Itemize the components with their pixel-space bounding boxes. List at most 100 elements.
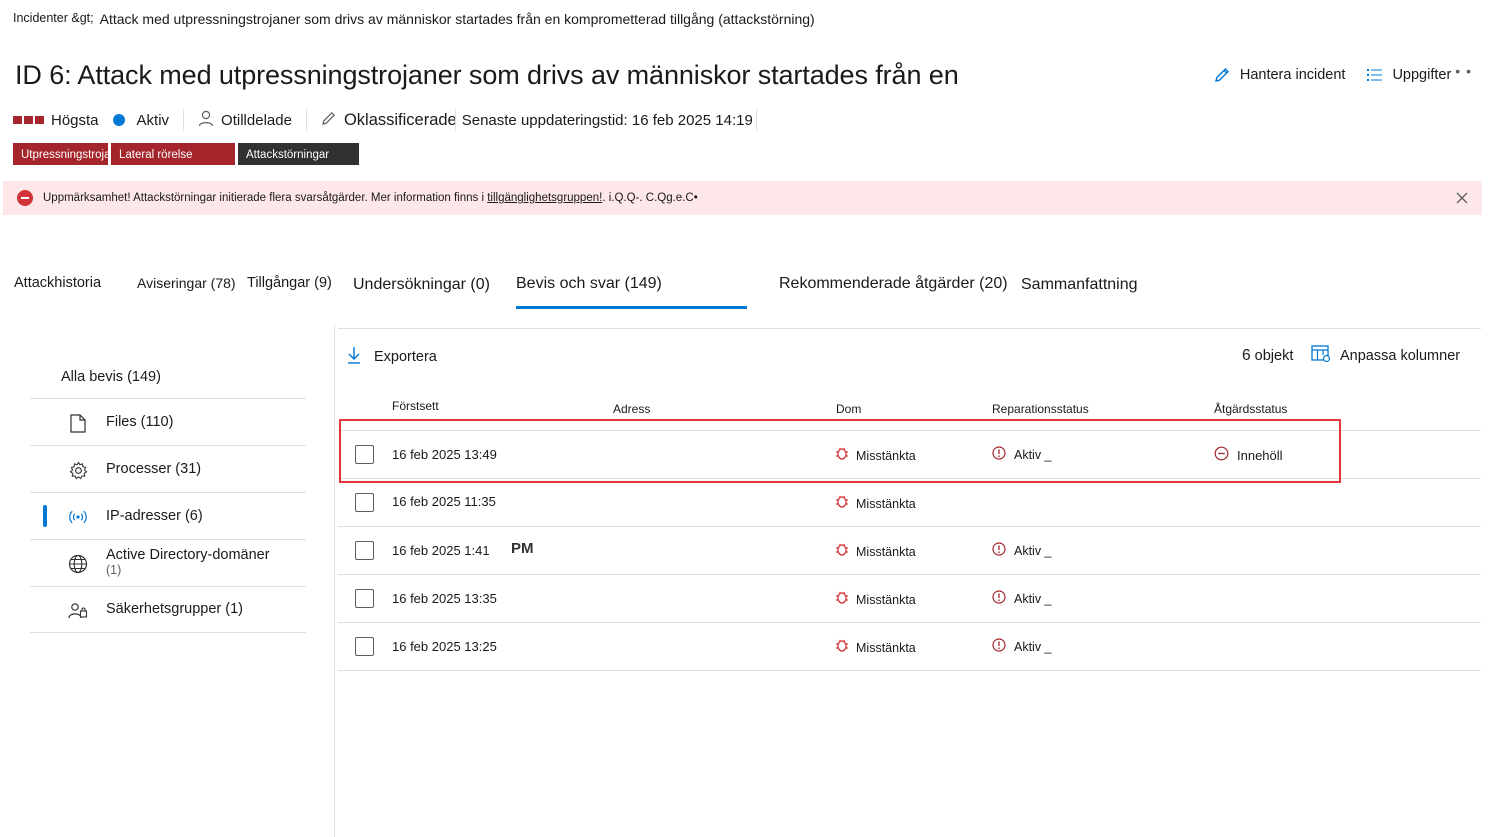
table-body: 16 feb 2025 13:49 Misstänkta Aktiv _ Inn… (338, 431, 1481, 671)
close-icon[interactable] (1446, 182, 1478, 214)
verdict-label: Misstänkta (856, 497, 916, 511)
classification-label: Oklassificerade (343, 110, 457, 129)
classification[interactable]: Oklassificerade (321, 110, 457, 131)
row-checkbox[interactable] (355, 445, 374, 464)
person-icon (198, 110, 214, 131)
verdict-cell: Misstänkta (835, 493, 916, 511)
group-icon (68, 601, 88, 621)
severity: Högsta (13, 112, 99, 129)
tag-attack-disruption[interactable]: Attackstörningar (238, 143, 359, 165)
remediation-label: Aktiv _ (1014, 591, 1052, 606)
nav-item-label: Säkerhetsgrupper (1) (106, 601, 244, 617)
divider (755, 109, 757, 131)
table-header: Förstsett Adress Dom Reparationsstatus Å… (338, 395, 1481, 431)
remediation-cell: Aktiv _ (992, 638, 1052, 655)
nav-item-sublabel: (1) (106, 563, 122, 577)
file-icon (68, 413, 88, 433)
table-row[interactable]: 16 feb 2025 13:35 Misstänkta Aktiv _ (338, 575, 1481, 623)
tab-summary[interactable]: Sammanfattning (1021, 276, 1138, 294)
column-header-verdict[interactable]: Dom (836, 402, 861, 416)
alert-banner: Uppmärksamhet! Attackstörningar initiera… (3, 181, 1482, 215)
bug-icon (835, 493, 849, 511)
tag-ransomware[interactable]: Utpressningstrojan (13, 143, 108, 165)
column-header-action-status[interactable]: Åtgärdsstatus (1214, 402, 1287, 416)
warning-circle-icon (992, 590, 1006, 607)
row-checkbox[interactable] (355, 637, 374, 656)
table-row[interactable]: 16 feb 2025 11:35 Misstänkta (338, 479, 1481, 527)
remediation-label: Aktiv _ (1014, 543, 1052, 558)
table-row[interactable]: 16 feb 2025 1:41 PM Misstänkta Aktiv _ (338, 527, 1481, 575)
severity-bars-icon (13, 116, 44, 124)
breadcrumb: Incidenter &gt; Attack med utpressningst… (13, 11, 815, 27)
globe-icon (68, 554, 88, 574)
tab-attack-story[interactable]: Attackhistoria (14, 275, 101, 291)
alert-tail: . i.Q.Q-. C.Qg.e.C• (602, 192, 698, 204)
nav-item-files[interactable]: Files (110) (30, 398, 306, 445)
row-checkbox[interactable] (355, 493, 374, 512)
verdict-cell: Misstänkta (835, 589, 916, 607)
tab-assets[interactable]: Tillgångar (9) (247, 275, 332, 291)
column-header-address[interactable]: Adress (613, 402, 650, 416)
last-update-label: Senaste uppdateringstid: 16 feb 2025 14:… (461, 111, 753, 129)
remediation-cell: Aktiv _ (992, 542, 1052, 559)
table-toolbar: Exportera 6 objekt Anpassa kolumner (338, 329, 1481, 385)
tab-alerts[interactable]: Aviseringar (78) (137, 275, 236, 291)
table-row[interactable]: 16 feb 2025 13:25 Misstänkta Aktiv _ (338, 623, 1481, 671)
status-label: Aktiv (136, 111, 170, 129)
assigned-label: Otilldelade (221, 111, 292, 129)
pencil-icon (1213, 66, 1231, 84)
first-seen-cell: 16 feb 2025 11:35 (392, 494, 496, 509)
breadcrumb-incidents-link[interactable]: Incidenter &gt; (13, 11, 94, 27)
evidence-table-panel: Exportera 6 objekt Anpassa kolumner Förs… (338, 328, 1481, 728)
page-title: ID 6: Attack med utpressningstrojaner so… (15, 60, 959, 90)
columns-settings-icon (1311, 345, 1331, 367)
assigned-to[interactable]: Otilldelade (198, 110, 292, 131)
item-count-number: 6 (1242, 347, 1251, 364)
incident-tags: Utpressningstrojan Lateral rörelse Attac… (13, 143, 359, 165)
tab-recommended-actions[interactable]: Rekommenderade åtgärder (20) (779, 275, 1008, 293)
remediation-cell: Aktiv _ (992, 446, 1052, 463)
remediation-label: Aktiv _ (1014, 639, 1052, 654)
bug-icon (835, 637, 849, 655)
nav-item-security-groups[interactable]: Säkerhetsgrupper (1) (30, 586, 306, 633)
more-options-icon[interactable]: • • (1455, 63, 1472, 79)
first-seen-cell: 16 feb 2025 13:49 (392, 447, 497, 462)
export-button[interactable]: Exportera (346, 346, 437, 368)
status-dot-icon (112, 114, 125, 126)
customize-columns-label: Anpassa kolumner (1340, 348, 1461, 364)
pencil-icon (321, 110, 337, 131)
tasks-label: Uppgifter (1392, 67, 1452, 83)
gear-icon (68, 460, 88, 480)
tasks-button[interactable]: Uppgifter (1367, 67, 1451, 83)
time-suffix-cell: PM (511, 540, 534, 557)
warning-circle-icon (992, 542, 1006, 559)
item-count: 6 objekt (1242, 347, 1293, 365)
download-icon (346, 346, 362, 368)
verdict-cell: Misstänkta (835, 445, 916, 463)
verdict-cell: Misstänkta (835, 637, 916, 655)
alert-message: Uppmärksamhet! Attackstörningar initiera… (43, 192, 488, 204)
tag-lateral-movement[interactable]: Lateral rörelse (111, 143, 235, 165)
table-row[interactable]: 16 feb 2025 13:49 Misstänkta Aktiv _ Inn… (338, 431, 1481, 479)
verdict-cell: Misstänkta (835, 541, 916, 559)
alert-text: Uppmärksamhet! Attackstörningar initiera… (43, 192, 1446, 204)
manage-incident-button[interactable]: Hantera incident (1213, 66, 1345, 84)
row-checkbox[interactable] (355, 541, 374, 560)
column-header-remediation-status[interactable]: Reparationsstatus (992, 402, 1089, 416)
bug-icon (835, 445, 849, 463)
alert-link[interactable]: tillgänglighetsgruppen! (487, 192, 602, 204)
row-checkbox[interactable] (355, 589, 374, 608)
all-evidence-link[interactable]: Alla bevis (149) (61, 369, 161, 385)
divider (454, 109, 456, 131)
customize-columns-button[interactable]: Anpassa kolumner (1311, 345, 1460, 367)
nav-item-ad-domains[interactable]: Active Directory-domäner (1) (30, 539, 306, 586)
nav-item-ip-addresses[interactable]: IP-adresser (6) (30, 492, 306, 539)
tab-investigations[interactable]: Undersökningar (0) (353, 276, 490, 294)
nav-item-label: IP-adresser (6) (106, 507, 203, 524)
tab-evidence-and-response[interactable]: Bevis och svar (149) (516, 275, 747, 309)
remediation-cell: Aktiv _ (992, 590, 1052, 607)
nav-item-processes[interactable]: Processer (31) (30, 445, 306, 492)
first-seen-cell: 16 feb 2025 13:35 (392, 591, 497, 606)
warning-circle-icon (992, 638, 1006, 655)
column-header-first-seen[interactable]: Förstsett (392, 399, 439, 413)
